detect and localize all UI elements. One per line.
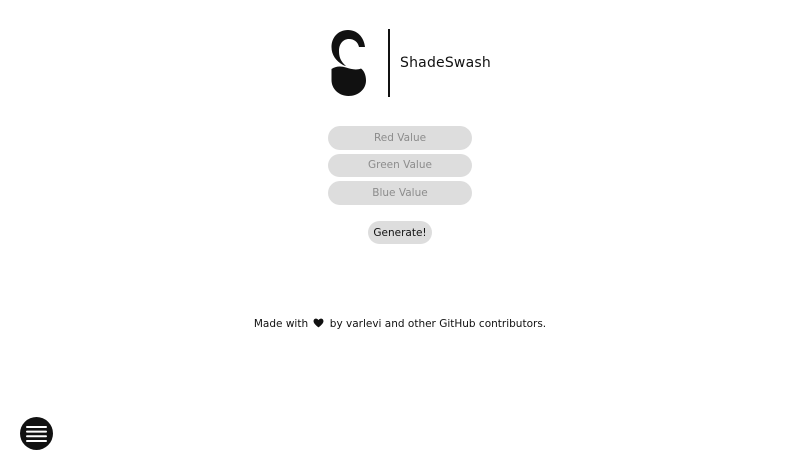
page: ShadeSwash Generate! Made with by varlev… bbox=[0, 0, 800, 470]
red-value-input[interactable] bbox=[328, 126, 472, 150]
rgb-inputs bbox=[328, 126, 472, 205]
brand-logo: ShadeSwash bbox=[330, 29, 491, 97]
blue-value-input[interactable] bbox=[328, 181, 472, 205]
green-value-input[interactable] bbox=[328, 153, 472, 177]
s-logo-icon bbox=[331, 30, 366, 96]
logo-divider bbox=[388, 29, 390, 97]
heart-icon bbox=[313, 318, 324, 328]
credit-text-before: Made with bbox=[253, 318, 309, 330]
hamburger-menu-icon bbox=[26, 425, 47, 442]
generate-button[interactable]: Generate! bbox=[368, 221, 432, 244]
credit-text-after: by varlevi and other GitHub contributors… bbox=[329, 318, 547, 330]
brand-name: ShadeSwash bbox=[400, 55, 491, 71]
menu-button[interactable] bbox=[20, 417, 53, 450]
footer-credit: Made with by varlevi and other GitHub co… bbox=[0, 318, 800, 330]
